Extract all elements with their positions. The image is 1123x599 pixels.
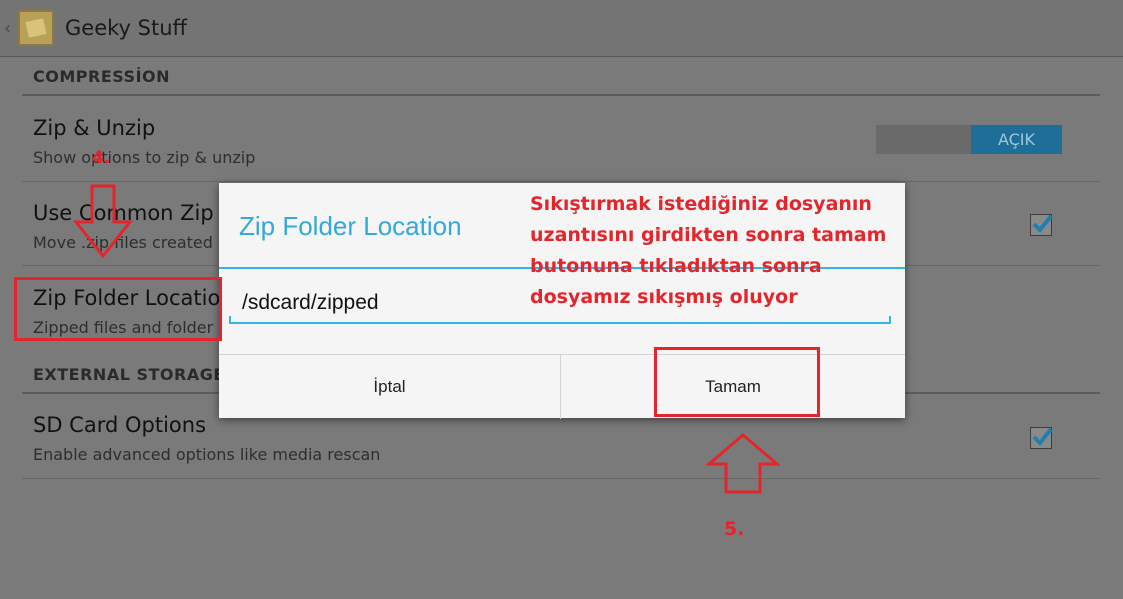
chevron-left-icon[interactable]: ‹	[4, 18, 11, 39]
note-line: Sıkıştırmak istediğiniz dosyanın	[530, 193, 872, 215]
pref-summary: Show options to zip & unzip	[33, 148, 256, 167]
pref-summary: Enable advanced options like media resca…	[33, 445, 381, 464]
toggle-on-label: AÇIK	[971, 125, 1062, 154]
instruction-note: Sıkıştırmak istediğiniz dosyanın uzantıs…	[530, 189, 886, 313]
app-title: Geeky Stuff	[65, 16, 187, 40]
dialog-title: Zip Folder Location	[239, 211, 462, 241]
input-underline-tick	[889, 316, 891, 324]
action-bar: ‹ Geeky Stuff	[0, 0, 1123, 57]
input-underline	[229, 322, 891, 324]
sd-card-options-checkbox[interactable]	[1030, 427, 1053, 449]
input-underline-tick	[229, 316, 231, 324]
section-divider	[22, 94, 1100, 96]
use-common-zip-checkbox[interactable]	[1030, 214, 1053, 236]
up-arrow-annotation	[706, 433, 780, 494]
note-line: uzantısını girdikten sonra tamam	[530, 224, 887, 246]
zip-folder-location-highlight	[14, 277, 222, 341]
section-header-compression: COMPRESSİON	[33, 67, 171, 86]
step-4-label: 4.	[92, 148, 111, 168]
down-arrow-annotation	[72, 184, 134, 259]
step-5-label: 5.	[724, 518, 745, 540]
note-line: dosyamız sıkışmış oluyor	[530, 286, 798, 308]
cancel-button[interactable]: İptal	[219, 355, 560, 419]
note-line: butonuna tıkladıktan sonra	[530, 255, 822, 277]
check-icon	[1032, 214, 1053, 234]
section-header-external-storage: EXTERNAL STORAGE	[33, 365, 225, 384]
row-divider	[22, 181, 1100, 182]
check-icon	[1032, 427, 1053, 447]
zip-unzip-toggle[interactable]: AÇIK	[876, 125, 1062, 154]
pref-title: SD Card Options	[33, 413, 207, 437]
row-divider	[22, 478, 1100, 479]
pref-title: Zip & Unzip	[33, 116, 156, 140]
ok-button-highlight	[654, 347, 820, 417]
app-logo-icon[interactable]	[18, 10, 54, 46]
